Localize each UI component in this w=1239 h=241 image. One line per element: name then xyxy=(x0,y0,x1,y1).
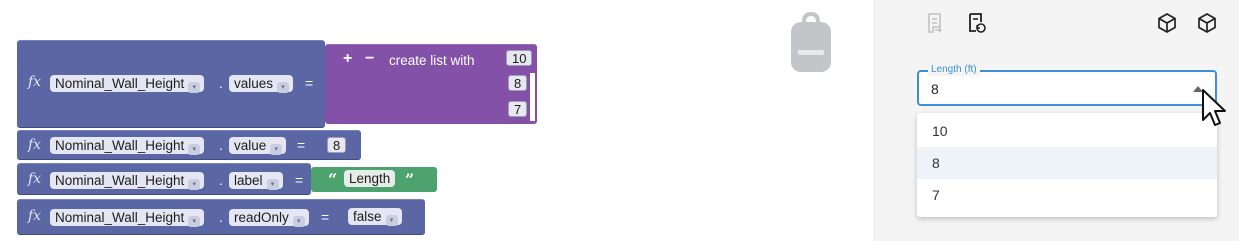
fx-icon: fx xyxy=(28,208,42,224)
option-8[interactable]: 8 xyxy=(917,147,1217,179)
variable-dropdown[interactable]: Nominal_Wall_Height ▾ xyxy=(50,172,205,190)
field-label: Length (ft) xyxy=(928,64,980,76)
backpack-icon[interactable] xyxy=(790,12,832,74)
dot-separator: . xyxy=(219,137,223,153)
property-name: label xyxy=(234,173,263,188)
cube-outline-icon[interactable] xyxy=(1195,11,1219,35)
property-dropdown[interactable]: value ▾ xyxy=(229,137,287,155)
list-item-1[interactable]: 10 xyxy=(506,50,533,66)
equals-sign: = xyxy=(305,75,314,91)
list-item-3[interactable]: 7 xyxy=(508,101,528,117)
property-name: readOnly xyxy=(234,210,289,225)
set-label-block[interactable]: fx Nominal_Wall_Height ▾ . label ▾ = xyxy=(17,163,311,195)
close-quote-icon: ” xyxy=(405,170,415,189)
fx-icon: fx xyxy=(28,137,42,153)
dropdown-menu: 10 8 7 xyxy=(917,113,1217,217)
list-inner-slot xyxy=(530,73,535,121)
open-quote-icon: “ xyxy=(328,170,338,189)
create-list-title: create list with xyxy=(389,53,475,68)
fx-icon: fx xyxy=(28,74,42,90)
chevron-down-icon: ▾ xyxy=(385,215,398,226)
equals-sign: = xyxy=(321,209,330,225)
variable-name: Nominal_Wall_Height xyxy=(55,76,185,91)
script-icon[interactable] xyxy=(923,11,947,35)
property-dropdown[interactable]: label ▾ xyxy=(229,172,283,190)
chevron-down-icon: ▾ xyxy=(188,82,201,93)
app-root: fx Nominal_Wall_Height ▾ . values ▾ = + − … xyxy=(0,0,1239,241)
text-block[interactable]: “ Length ” xyxy=(311,167,437,192)
property-dropdown[interactable]: readOnly ▾ xyxy=(229,209,309,227)
properties-panel: Length (ft) 8 10 8 7 xyxy=(874,0,1239,241)
set-value-block[interactable]: fx Nominal_Wall_Height ▾ . value ▾ = 8 xyxy=(17,130,361,160)
chevron-down-icon: ▾ xyxy=(188,144,201,155)
equals-sign: = xyxy=(297,137,306,153)
property-name: values xyxy=(234,76,274,91)
option-7[interactable]: 7 xyxy=(917,179,1217,211)
chevron-down-icon: ▾ xyxy=(188,179,201,190)
equals-sign: = xyxy=(295,172,304,188)
chevron-down-icon: ▾ xyxy=(270,144,283,155)
plus-icon[interactable]: + xyxy=(343,50,352,68)
mouse-cursor-icon xyxy=(1202,89,1226,126)
text-value[interactable]: Length xyxy=(344,170,396,187)
number-value[interactable]: 8 xyxy=(327,137,347,153)
fx-icon: fx xyxy=(28,171,42,187)
cube-icon[interactable] xyxy=(1155,11,1179,35)
set-values-block[interactable]: fx Nominal_Wall_Height ▾ . values ▾ = xyxy=(17,40,325,128)
variable-dropdown[interactable]: Nominal_Wall_Height ▾ xyxy=(50,137,205,155)
chevron-down-icon: ▾ xyxy=(188,216,201,227)
variable-name: Nominal_Wall_Height xyxy=(55,138,185,153)
blockly-workspace[interactable]: fx Nominal_Wall_Height ▾ . values ▾ = + − … xyxy=(0,0,874,241)
variable-dropdown[interactable]: Nominal_Wall_Height ▾ xyxy=(50,209,205,227)
create-list-block[interactable]: + − create list with 10 8 7 xyxy=(325,44,537,124)
list-item-2[interactable]: 8 xyxy=(508,75,528,91)
variable-name: Nominal_Wall_Height xyxy=(55,173,185,188)
script-refresh-icon[interactable] xyxy=(965,11,989,35)
boolean-value: false xyxy=(353,209,382,224)
property-dropdown[interactable]: values ▾ xyxy=(229,75,294,93)
minus-icon[interactable]: − xyxy=(365,50,374,68)
field-value: 8 xyxy=(931,81,939,97)
boolean-dropdown[interactable]: false ▾ xyxy=(348,208,402,226)
property-name: value xyxy=(234,138,267,153)
length-select[interactable]: Length (ft) 8 xyxy=(917,64,1217,106)
option-10[interactable]: 10 xyxy=(917,115,1217,147)
chevron-down-icon: ▾ xyxy=(277,82,290,93)
dot-separator: . xyxy=(219,209,223,225)
chevron-down-icon: ▾ xyxy=(292,216,305,227)
dot-separator: . xyxy=(219,172,223,188)
boolean-block[interactable]: false ▾ xyxy=(339,203,411,231)
variable-name: Nominal_Wall_Height xyxy=(55,210,185,225)
dot-separator: . xyxy=(219,75,223,91)
chevron-down-icon: ▾ xyxy=(266,179,279,190)
variable-dropdown[interactable]: Nominal_Wall_Height ▾ xyxy=(50,75,205,93)
